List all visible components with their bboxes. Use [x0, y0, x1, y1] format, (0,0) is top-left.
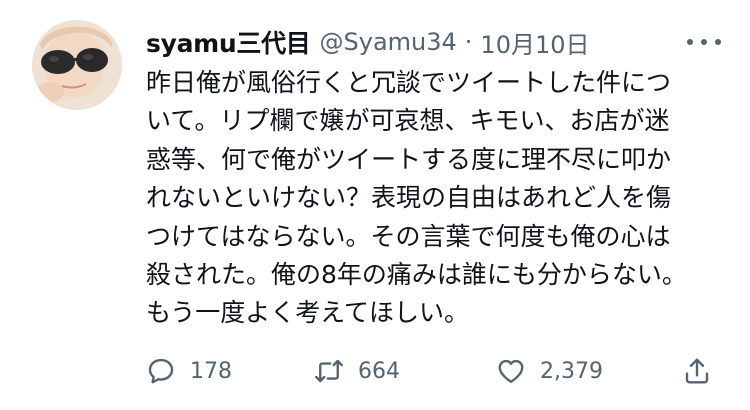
tweet-text-line: 昨日俺が風俗行くと冗談でツイートした件につ	[146, 68, 672, 97]
retweet-button[interactable]: 664	[314, 350, 400, 392]
more-dot-icon	[687, 39, 693, 45]
more-dot-icon	[701, 39, 707, 45]
like-count: 2,379	[540, 358, 603, 384]
tweet-text-line: もう一度よく考えてほしい。	[146, 298, 470, 328]
tweet-text-line: 殺された。俺の8年の痛みは誰にも分からない。	[146, 259, 687, 289]
tweet-actions: 178 664 2,379	[146, 350, 722, 392]
tweet-header: syamu三代目 @Syamu34 · 10月10日	[146, 24, 730, 60]
share-button[interactable]	[682, 350, 712, 392]
reply-button[interactable]: 178	[146, 350, 232, 392]
more-dot-icon	[715, 39, 721, 45]
tweet-date[interactable]: 10月10日	[480, 25, 589, 60]
reply-count: 178	[190, 358, 232, 384]
tweet-text-line: れないといけない？表現の自由はあれど人を傷	[146, 183, 672, 213]
retweet-icon	[314, 356, 344, 386]
avatar[interactable]	[32, 20, 122, 110]
share-icon	[682, 356, 712, 386]
tweet-text-line: つけてはならない。その言葉で何度も俺の心は	[146, 221, 671, 251]
author-handle[interactable]: @Syamu34	[320, 28, 457, 56]
comment-icon	[146, 356, 176, 386]
header-separator: ·	[464, 28, 473, 56]
more-options-button[interactable]	[681, 22, 727, 62]
retweet-count: 664	[358, 358, 400, 384]
like-button[interactable]: 2,379	[496, 350, 603, 392]
avatar-image	[32, 20, 122, 110]
tweet-text-line: 惑等、何で俺がツイートする度に理不尽に叩か	[146, 144, 672, 174]
tweet-text: 昨日俺が風俗行くと冗談でツイートした件につ いて。リプ欄で嬢が可哀想、キモい、お…	[146, 64, 726, 333]
tweet-text-line: いて。リプ欄で嬢が可哀想、キモい、お店が迷	[146, 106, 670, 136]
heart-icon	[496, 356, 526, 386]
author-name[interactable]: syamu三代目	[146, 24, 311, 60]
